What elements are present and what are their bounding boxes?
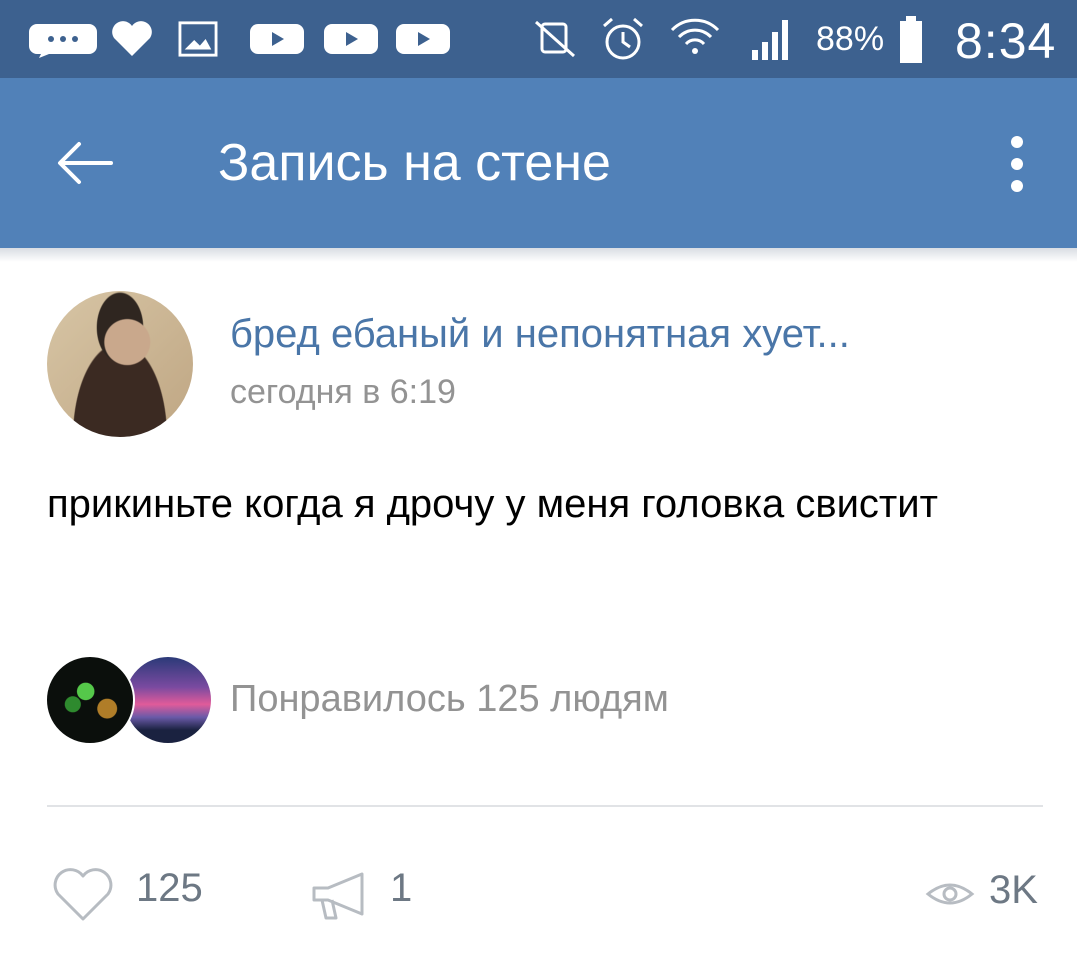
likers-avatars[interactable] <box>45 655 213 745</box>
more-vertical-icon[interactable] <box>1002 134 1032 194</box>
like-count: 125 <box>136 866 203 910</box>
like-button[interactable]: 125 <box>50 866 230 926</box>
views-count: 3K <box>989 868 1038 912</box>
liker-avatar <box>45 655 135 745</box>
heart-icon <box>112 21 152 56</box>
header-shadow <box>0 248 1077 262</box>
status-bar: 88% 8:34 <box>0 0 1077 78</box>
post-author[interactable]: бред ебаный и непонятная хует... <box>230 312 850 357</box>
battery-percentage: 88% <box>816 20 885 58</box>
battery-icon <box>900 16 922 63</box>
status-clock: 8:34 <box>955 13 1057 69</box>
signal-icon <box>752 20 788 60</box>
video-icon <box>324 24 378 54</box>
liker-avatar <box>123 655 213 745</box>
post-text: прикиньте когда я дрочу у меня головка с… <box>47 482 938 526</box>
repost-button[interactable]: 1 <box>310 866 430 926</box>
eye-icon <box>925 883 975 905</box>
messages-icon <box>29 24 97 58</box>
likes-summary[interactable]: Понравилось 125 людям <box>230 678 669 721</box>
megaphone-icon <box>312 872 364 920</box>
vibrate-off-icon <box>534 20 576 58</box>
post-timestamp: сегодня в 6:19 <box>230 373 456 411</box>
video-icon <box>396 24 450 54</box>
views-counter: 3K <box>925 868 1045 918</box>
app-header: Запись на стене <box>0 78 1077 248</box>
author-avatar[interactable] <box>47 291 193 437</box>
wifi-icon <box>670 18 720 54</box>
alarm-icon <box>603 17 643 60</box>
divider <box>47 805 1043 807</box>
heart-outline-icon <box>53 868 113 921</box>
repost-count: 1 <box>390 866 413 910</box>
arrow-left-icon[interactable] <box>55 138 115 188</box>
video-icon <box>250 24 304 54</box>
gallery-icon <box>178 21 218 57</box>
page-title: Запись на стене <box>218 134 611 192</box>
